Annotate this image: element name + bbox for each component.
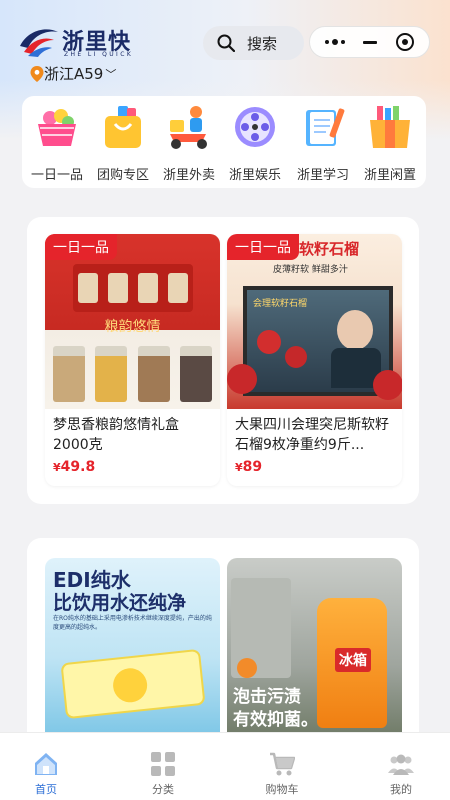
location-pin-icon (30, 65, 44, 82)
category-label: 团购专区 (96, 168, 149, 183)
category-secondhand-item[interactable]: 浙里闲置 (357, 104, 423, 184)
ad-card-edi-water[interactable]: EDI纯水 比饮用水还纯净 在RO纯水的基础上采用电渗析技术继续深度提纯，产出的… (45, 558, 220, 738)
location-selector[interactable]: 浙江A59 ﹀ (30, 63, 116, 84)
ad-headline: 泡击污渍 (233, 687, 301, 707)
promo-section: EDI纯水 比饮用水还纯净 在RO纯水的基础上采用电渗析技术继续深度提纯，产出的… (27, 538, 419, 738)
wipes-pack-image (60, 648, 206, 720)
product-image: 粮韵悠情 一日一品 (45, 234, 220, 409)
close-target-icon[interactable] (395, 33, 414, 51)
ad-subheadline: 比饮用水还纯净 (53, 592, 187, 614)
chevron-down-icon: ﹀ (105, 67, 117, 81)
tab-home[interactable]: 首页 (11, 751, 81, 797)
category-label: 一日一品 (30, 168, 83, 183)
tab-label: 分类 (152, 783, 174, 796)
tab-label: 我的 (390, 783, 412, 796)
tab-label: 首页 (35, 783, 57, 796)
search-icon (217, 34, 235, 52)
logo-swoosh-icon (20, 29, 58, 57)
miniprogram-capsule (309, 26, 430, 58)
bottom-tab-bar: 首页 分类 购物车 我的 (0, 732, 450, 800)
tab-mine[interactable]: 我的 (366, 751, 436, 797)
film-reel-icon (232, 104, 278, 150)
ad-subheadline: 有效抑菌。 (233, 710, 318, 730)
home-icon (33, 751, 59, 777)
delivery-scooter-icon (166, 104, 212, 150)
product-name: 梦思香粮韵悠情礼盒2000克 (53, 417, 179, 453)
user-group-icon (388, 751, 414, 777)
ad-card-fridge-cleaner[interactable]: 冰箱 泡击污渍 有效抑菌。 (227, 558, 402, 738)
brand-subtitle: ZHE LI QUICK (64, 51, 134, 58)
product-card[interactable]: 软籽石榴 皮薄籽软 鲜甜多汁 会理软籽石榴 一日一品 大果四川会理突尼斯软籽石榴… (227, 234, 402, 486)
search-button[interactable]: 搜索 (203, 26, 304, 60)
product-card[interactable]: 粮韵悠情 一日一品 梦思香粮韵悠情礼盒2000克 ¥49.8 (45, 234, 220, 486)
ad-badge: 冰箱 (335, 648, 371, 672)
cart-icon (269, 751, 296, 777)
product-banner-text: 粮韵悠情 (104, 319, 161, 335)
brand-logo: 浙里快 ZHE LI QUICK (18, 22, 138, 62)
tab-label: 购物车 (265, 783, 299, 796)
spray-bottle-image: 冰箱 (317, 598, 387, 728)
gift-box-icon (367, 104, 413, 150)
product-banner-text: 软籽石榴 (299, 240, 360, 258)
category-label: 浙里娱乐 (228, 168, 281, 183)
daily-tag: 一日一品 (45, 234, 117, 260)
more-menu-icon[interactable] (325, 39, 346, 45)
product-name: 大果四川会理突尼斯软籽石榴9枚净重约9斤... (235, 417, 389, 453)
daily-deals-section: 粮韵悠情 一日一品 梦思香粮韵悠情礼盒2000克 ¥49.8 软籽石榴 皮薄籽软… (27, 217, 419, 504)
location-label: 浙江A59 (44, 65, 104, 83)
product-price: ¥49.8 (53, 459, 96, 475)
ad-description: 在RO纯水的基础上采用电渗析技术继续深度提纯，产出的纯度更高的超纯水。 (53, 615, 212, 631)
tab-cart[interactable]: 购物车 (247, 751, 317, 797)
product-subtitle: 皮薄籽软 鲜甜多汁 (273, 265, 348, 275)
category-label: 浙里闲置 (363, 168, 416, 183)
category-takeout-item[interactable]: 浙里外卖 (156, 104, 222, 184)
category-groupbuy-item[interactable]: 团购专区 (90, 104, 156, 184)
category-label: 浙里学习 (296, 168, 349, 183)
shopping-basket-icon (34, 104, 80, 150)
minimize-icon[interactable] (363, 40, 378, 44)
tab-category[interactable]: 分类 (128, 751, 198, 797)
daily-tag: 一日一品 (227, 234, 299, 260)
product-poster-text: 会理软籽石榴 (253, 299, 308, 309)
category-daily-item[interactable]: 一日一品 (24, 104, 90, 184)
grid-icon (150, 751, 176, 777)
product-price: ¥89 (235, 459, 263, 475)
notebook-icon (300, 104, 346, 150)
product-image: 软籽石榴 皮薄籽软 鲜甜多汁 会理软籽石榴 一日一品 (227, 234, 402, 409)
category-study-item[interactable]: 浙里学习 (290, 104, 356, 184)
shopping-bag-icon (100, 104, 146, 150)
search-label: 搜索 (247, 34, 278, 53)
category-entertainment-item[interactable]: 浙里娱乐 (222, 104, 288, 184)
category-nav: 一日一品 团购专区 浙里外卖 浙里娱乐 浙里学习 浙里闲置 (22, 96, 426, 188)
category-label: 浙里外卖 (162, 168, 215, 183)
header: 浙里快 ZHE LI QUICK 搜索 浙江A59 ﹀ (0, 0, 450, 95)
